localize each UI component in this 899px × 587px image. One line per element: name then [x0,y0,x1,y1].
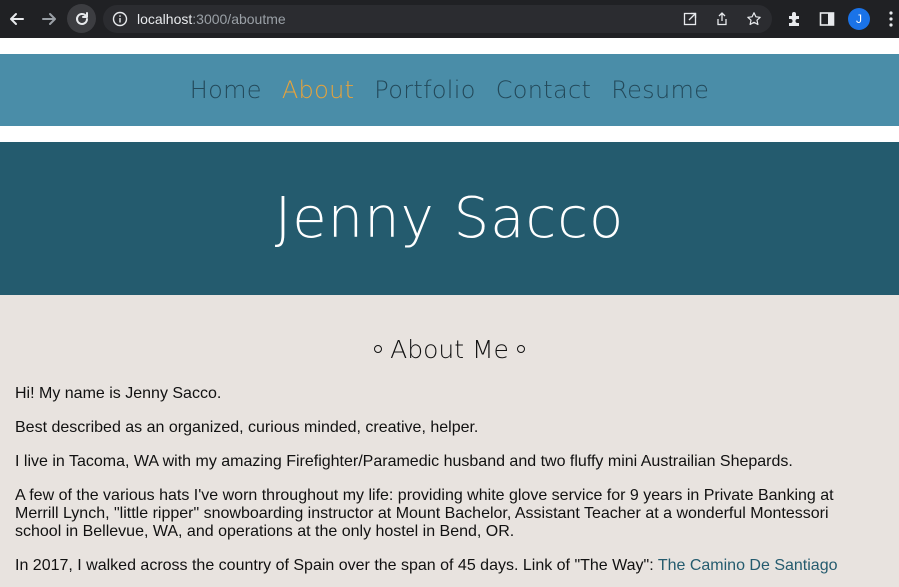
url-host: localhost [137,11,193,27]
camino-text: In 2017, I walked across the country of … [15,557,658,574]
about-paragraph: Hi! My name is Jenny Sacco. [15,385,222,402]
nav-link-portfolio[interactable]: Portfolio [364,76,485,104]
circle-bullet-icon [516,345,525,353]
address-bar[interactable]: localhost:3000/aboutme [103,5,772,33]
forward-arrow-icon[interactable] [39,9,59,29]
nav-link-contact[interactable]: Contact [486,76,601,104]
open-in-new-icon[interactable] [682,11,698,27]
about-title-text: About Me [390,335,509,364]
back-arrow-icon[interactable] [7,9,27,29]
more-menu-icon[interactable] [884,10,898,28]
nav-link-home[interactable]: Home [180,76,272,104]
bookmark-star-icon[interactable] [746,11,762,27]
reload-icon[interactable] [67,4,96,33]
site-info-icon[interactable] [112,11,128,27]
camino-link[interactable]: The Camino De Santiago [658,557,838,574]
hero-banner: Jenny Sacco [0,142,899,295]
url-text: localhost:3000/aboutme [137,11,286,27]
browser-toolbar: localhost:3000/aboutme J [0,0,899,38]
site-navbar: Home About Portfolio Contact Resume [0,54,899,126]
nav-link-resume[interactable]: Resume [601,76,719,104]
web-page: Home About Portfolio Contact Resume Jenn… [0,38,899,587]
circle-bullet-icon [374,345,383,353]
share-icon[interactable] [714,11,730,27]
about-section: About Me Hi! My name is Jenny Sacco. Bes… [0,295,899,587]
about-paragraph-camino: In 2017, I walked across the country of … [15,557,875,575]
profile-avatar[interactable]: J [848,8,870,30]
about-paragraph: I live in Tacoma, WA with my amazing Fir… [15,453,793,470]
extensions-puzzle-icon[interactable] [786,10,804,28]
url-path: :3000/aboutme [192,11,286,27]
hero-name: Jenny Sacco [274,186,625,251]
about-paragraph: Best described as an organized, curious … [15,419,479,436]
side-panel-icon[interactable] [818,10,836,28]
nav-link-about[interactable]: About [272,76,364,104]
about-paragraph: A few of the various hats I've worn thro… [15,487,834,540]
about-title: About Me [0,335,899,364]
